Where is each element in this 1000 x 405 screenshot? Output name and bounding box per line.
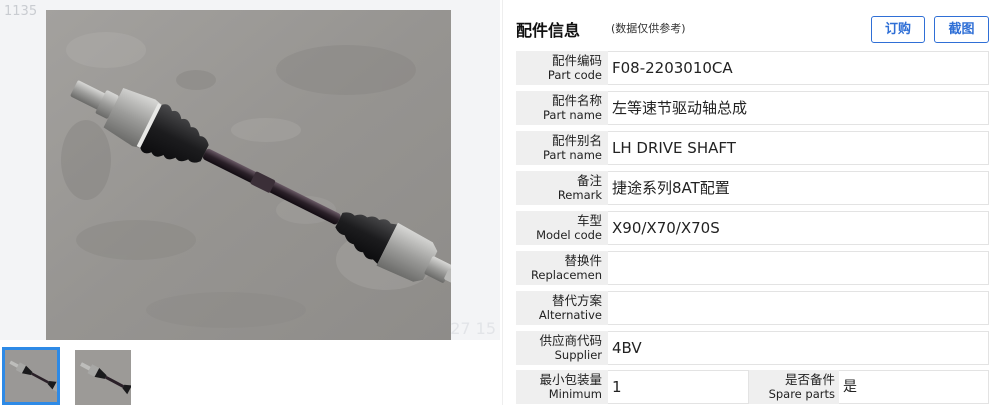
label-cn: 车型 [576, 213, 602, 228]
supplier-label: 供应商代码 Supplier [516, 331, 608, 365]
label-en: Spare parts [768, 387, 835, 401]
label-en: Model code [536, 228, 602, 242]
part-alias-label: 配件别名 Part name [516, 131, 608, 165]
panel-header: 配件信息 (数据仅供参考) 订购 截图 [503, 0, 1000, 50]
part-alias-value: LH DRIVE SHAFT [608, 131, 989, 165]
alternative-value [608, 291, 989, 325]
drive-shaft-image [46, 10, 451, 340]
label-en: Alternative [538, 308, 602, 322]
model-code-label: 车型 Model code [516, 211, 608, 245]
label-en: Minimum [548, 387, 602, 401]
part-code-value: F08-2203010CA [608, 51, 989, 85]
minimum-value: 1 [608, 370, 749, 404]
label-cn: 替换件 [564, 253, 602, 268]
part-code-label: 配件编码 Part code [516, 51, 608, 85]
order-button[interactable]: 订购 [871, 16, 925, 43]
row-alternative: 替代方案 Alternative [516, 291, 989, 325]
data-reference-note: (数据仅供参考) [611, 22, 686, 35]
label-cn: 配件编码 [551, 53, 602, 68]
label-cn: 备注 [576, 173, 602, 188]
panel-title: 配件信息 [516, 21, 581, 40]
watermark-bottom: 27 15 [450, 319, 496, 338]
label-cn: 配件名称 [551, 93, 602, 108]
thumbnail-2-image [75, 350, 131, 405]
row-replacement: 替换件 Replacemen [516, 251, 989, 285]
part-name-value: 左等速节驱动轴总成 [608, 91, 989, 125]
label-en: Replacemen [530, 268, 602, 282]
remark-label: 备注 Remark [516, 171, 608, 205]
label-cn: 配件别名 [551, 133, 602, 148]
thumbnail-1-image [5, 350, 57, 402]
row-supplier: 供应商代码 Supplier 4BV [516, 331, 989, 365]
thumbnail-2[interactable] [75, 350, 131, 405]
minimum-label: 最小包装量 Minimum [516, 370, 608, 404]
image-viewer: 1135 27 15 [0, 0, 500, 405]
label-cn: 替代方案 [551, 293, 602, 308]
label-en: Supplier [554, 348, 602, 362]
alternative-label: 替代方案 Alternative [516, 291, 608, 325]
main-image-frame[interactable]: 1135 27 15 [0, 0, 500, 340]
row-part-code: 配件编码 Part code F08-2203010CA [516, 51, 989, 85]
replacement-value [608, 251, 989, 285]
row-model-code: 车型 Model code X90/X70/X70S [516, 211, 989, 245]
model-code-value: X90/X70/X70S [608, 211, 989, 245]
row-part-name: 配件名称 Part name 左等速节驱动轴总成 [516, 91, 989, 125]
thumbnail-1[interactable] [2, 347, 60, 405]
label-cn: 是否备件 [784, 372, 835, 387]
supplier-value: 4BV [608, 331, 989, 365]
screenshot-button[interactable]: 截图 [934, 16, 989, 43]
label-en: Part code [547, 68, 602, 82]
label-en: Part name [543, 148, 602, 162]
thumbnail-strip [0, 345, 500, 405]
part-info-panel: 配件信息 (数据仅供参考) 订购 截图 配件编码 Part code F08-2… [502, 0, 1000, 405]
label-cn: 最小包装量 [539, 372, 602, 387]
replacement-label: 替换件 Replacemen [516, 251, 608, 285]
row-remark: 备注 Remark 捷途系列8AT配置 [516, 171, 989, 205]
watermark-top: 1135 [4, 4, 38, 19]
label-en: Remark [557, 188, 602, 202]
part-photo [46, 10, 451, 340]
row-minimum-package: 最小包装量 Minimum 1 是否备件 Spare parts 是 [516, 370, 989, 404]
spare-parts-value: 是 [839, 370, 989, 404]
row-part-alias: 配件别名 Part name LH DRIVE SHAFT [516, 131, 989, 165]
label-en: Part name [543, 108, 602, 122]
part-name-label: 配件名称 Part name [516, 91, 608, 125]
label-cn: 供应商代码 [539, 333, 602, 348]
spare-parts-label: 是否备件 Spare parts [749, 370, 839, 404]
remark-value: 捷途系列8AT配置 [608, 171, 989, 205]
